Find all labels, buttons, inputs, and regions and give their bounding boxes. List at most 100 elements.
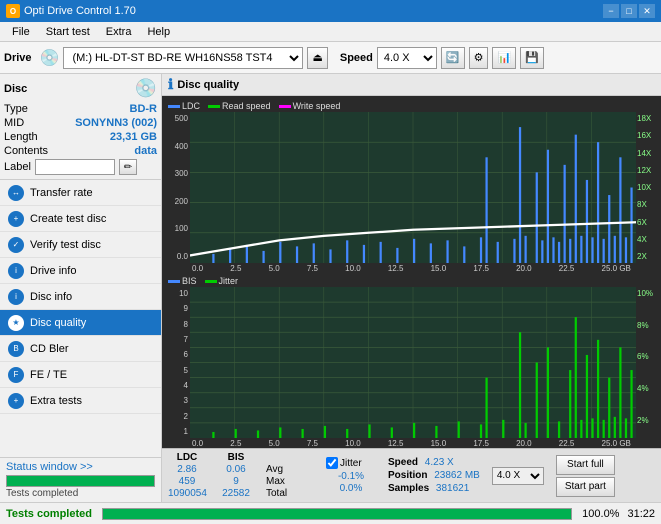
sidebar-item-cd-bler[interactable]: B CD Bler: [0, 336, 161, 362]
status-section: Status window >> Tests completed: [0, 457, 161, 502]
settings-button[interactable]: ⚙: [469, 47, 489, 69]
disc-quality-title: Disc quality: [177, 79, 239, 91]
menu-file[interactable]: File: [4, 24, 38, 40]
nav-label-create-test-disc: Create test disc: [30, 213, 106, 225]
sidebar-item-disc-quality[interactable]: ★ Disc quality: [0, 310, 161, 336]
length-label: Length: [4, 131, 38, 143]
ldc-legend-color: [168, 105, 180, 108]
eject-button[interactable]: ⏏: [307, 47, 327, 69]
position-value: 23862 MB: [434, 470, 480, 481]
contents-label: Contents: [4, 145, 48, 157]
nav-label-transfer-rate: Transfer rate: [30, 187, 93, 199]
label-edit-button[interactable]: ✏: [119, 159, 137, 175]
progress-bar: [7, 476, 154, 486]
menu-start-test[interactable]: Start test: [38, 24, 98, 40]
bis-col-header: BIS: [210, 452, 262, 463]
sidebar-item-disc-info[interactable]: i Disc info: [0, 284, 161, 310]
chart2-y-right: 10%8%6%4%2%: [637, 287, 659, 438]
speed-stat-label: Speed: [388, 457, 418, 468]
total-bis: 22582: [210, 488, 262, 499]
action-buttons: Start full Start part: [556, 455, 615, 497]
speed-label: Speed: [340, 52, 373, 64]
jitter-checkbox-label: Jitter: [340, 458, 362, 469]
max-label: Max: [266, 476, 314, 487]
toolbar: Drive 💿 (M:) HL-DT-ST BD-RE WH16NS58 TST…: [0, 42, 661, 74]
speed-select[interactable]: 4.0 X 2.0 X 8.0 X: [377, 47, 437, 69]
nav-label-extra-tests: Extra tests: [30, 395, 82, 407]
mid-label: MID: [4, 117, 24, 129]
disc-section-title: Disc: [4, 83, 27, 95]
total-ldc: 1090054: [168, 488, 206, 499]
transfer-rate-icon: ↔: [8, 185, 24, 201]
disc-quality-header: ℹ Disc quality: [162, 74, 661, 96]
disc-quality-icon: ★: [8, 315, 24, 331]
jitter-legend-label2: Jitter: [219, 276, 239, 286]
type-value: BD-R: [130, 103, 158, 115]
ldc-col-header: LDC: [168, 452, 206, 463]
write-legend-label: Write speed: [293, 101, 341, 111]
status-window-link[interactable]: Status window >>: [6, 461, 93, 473]
maximize-button[interactable]: □: [621, 4, 637, 18]
sidebar-item-extra-tests[interactable]: + Extra tests: [0, 388, 161, 414]
chart1-y-left: 5004003002001000.0: [164, 112, 190, 263]
max-bis: 9: [210, 476, 262, 487]
stats-section: LDC BIS 2.86 0.06 Avg 459 9 Max 1090054 …: [162, 448, 661, 502]
drive-label: Drive: [4, 52, 32, 64]
app-title: Opti Drive Control 1.70: [24, 5, 136, 17]
contents-value: data: [134, 145, 157, 157]
bottom-percent: 100.0%: [582, 508, 619, 520]
samples-label: Samples: [388, 483, 429, 494]
sidebar-item-transfer-rate[interactable]: ↔ Transfer rate: [0, 180, 161, 206]
verify-test-disc-icon: ✓: [8, 237, 24, 253]
graph-button[interactable]: 📊: [492, 47, 516, 69]
bottom-progress-container: [102, 508, 572, 520]
sidebar-item-create-test-disc[interactable]: + Create test disc: [0, 206, 161, 232]
bis-legend-color: [168, 280, 180, 283]
app-icon: O: [6, 4, 20, 18]
read-legend-color: [208, 105, 220, 108]
create-test-disc-icon: +: [8, 211, 24, 227]
nav-label-drive-info: Drive info: [30, 265, 76, 277]
disc-image-icon: 💿: [135, 78, 157, 99]
sidebar: Disc 💿 Type BD-R MID SONYNN3 (002) Lengt…: [0, 74, 162, 502]
extra-tests-icon: +: [8, 393, 24, 409]
chart1-x-labels: 0.02.55.07.510.012.515.017.520.022.525.0…: [164, 264, 659, 273]
chart2-legend: BIS Jitter: [164, 275, 659, 287]
sidebar-item-drive-info[interactable]: i Drive info: [0, 258, 161, 284]
chart1-svg: [190, 112, 636, 263]
content-area: ℹ Disc quality LDC Read speed: [162, 74, 661, 502]
cd-bler-icon: B: [8, 341, 24, 357]
fe-te-icon: F: [8, 367, 24, 383]
save-button[interactable]: 💾: [520, 47, 544, 69]
max-ldc: 459: [168, 476, 206, 487]
drive-select[interactable]: (M:) HL-DT-ST BD-RE WH16NS58 TST4: [63, 47, 303, 69]
refresh-button[interactable]: 🔄: [441, 47, 465, 69]
close-button[interactable]: ✕: [639, 4, 655, 18]
avg-bis: 0.06: [210, 464, 262, 475]
disc-quality-header-icon: ℹ: [168, 76, 173, 93]
chart2-svg: [190, 287, 636, 438]
max-jitter: 0.0%: [326, 483, 376, 494]
nav-label-disc-info: Disc info: [30, 291, 72, 303]
bottom-time: 31:22: [627, 508, 655, 520]
type-label: Type: [4, 103, 28, 115]
position-label: Position: [388, 470, 427, 481]
titlebar: O Opti Drive Control 1.70 − □ ✕: [0, 0, 661, 22]
label-input[interactable]: [35, 159, 115, 175]
drive-info-icon: i: [8, 263, 24, 279]
jitter-checkbox[interactable]: [326, 457, 338, 469]
bis-legend-label: BIS: [182, 276, 197, 286]
avg-jitter: -0.1%: [326, 471, 376, 482]
menu-extra[interactable]: Extra: [98, 24, 140, 40]
menu-help[interactable]: Help: [139, 24, 178, 40]
sidebar-item-fe-te[interactable]: F FE / TE: [0, 362, 161, 388]
charts-area: LDC Read speed Write speed 5004003002001…: [162, 96, 661, 448]
menubar: File Start test Extra Help: [0, 22, 661, 42]
minimize-button[interactable]: −: [603, 4, 619, 18]
jitter-legend-color2: [205, 280, 217, 283]
start-full-button[interactable]: Start full: [556, 455, 615, 475]
sidebar-item-verify-test-disc[interactable]: ✓ Verify test disc: [0, 232, 161, 258]
speed-dropdown[interactable]: 4.0 X2.0 X8.0 X: [492, 467, 544, 485]
start-part-button[interactable]: Start part: [556, 477, 615, 497]
chart1-legend: LDC Read speed Write speed: [164, 100, 659, 112]
